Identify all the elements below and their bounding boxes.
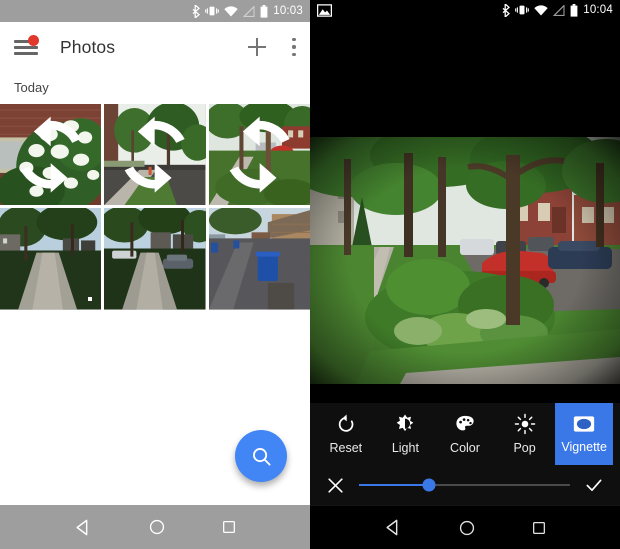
photo-thumbnail[interactable] [208, 208, 310, 310]
battery-icon [260, 4, 268, 18]
photo-thumbnail[interactable] [104, 104, 206, 206]
tool-label: Light [391, 441, 419, 455]
photo-thumbnail[interactable] [0, 208, 102, 310]
undo-icon [338, 414, 354, 432]
photo-image [0, 208, 102, 310]
sync-icon [20, 116, 81, 193]
photo-preview[interactable] [310, 137, 620, 384]
app-bar-actions [248, 38, 296, 56]
sunburst-icon [514, 413, 535, 435]
search-icon [252, 447, 271, 466]
slider-fill [359, 483, 429, 487]
photo-thumbnail[interactable] [0, 104, 102, 206]
back-icon[interactable] [384, 518, 403, 537]
status-bar-clock: 10:03 [273, 5, 303, 17]
brightness-icon [397, 414, 414, 432]
edit-tool-bar: Reset Light Color Pop Vignette [310, 403, 620, 465]
vibrate-icon [515, 5, 530, 15]
notification-badge [28, 35, 39, 46]
check-icon[interactable] [584, 475, 604, 495]
tool-label: Vignette [561, 440, 607, 454]
home-icon[interactable] [458, 519, 476, 537]
sync-icon [229, 116, 290, 193]
add-icon[interactable] [248, 38, 266, 56]
page-title: Photos [60, 36, 116, 57]
tool-color[interactable]: Color [436, 403, 494, 465]
photo-editor-canvas[interactable] [310, 20, 620, 403]
vignette-icon [574, 416, 595, 432]
tool-pop[interactable]: Pop [496, 403, 554, 465]
tool-label: Reset [329, 441, 363, 455]
search-fab[interactable] [235, 430, 287, 482]
sync-icon [125, 116, 185, 193]
hamburger-menu-icon[interactable] [14, 35, 39, 57]
photo-thumbnail[interactable] [208, 104, 310, 206]
tool-reset[interactable]: Reset [317, 403, 375, 465]
right-phone-screen: 10:04 Reset Light Color Pop Vignette [310, 0, 620, 549]
right-system-nav-bar [310, 505, 620, 549]
photo-grid [0, 104, 310, 310]
dot-marker [88, 296, 93, 301]
close-icon[interactable] [326, 476, 345, 495]
tool-vignette[interactable]: Vignette [555, 403, 614, 465]
battery-icon [570, 3, 578, 17]
photos-app-bar: Photos [0, 22, 310, 72]
palette-icon [456, 415, 474, 431]
left-system-nav-bar [0, 505, 310, 549]
status-bar-clock: 10:04 [583, 4, 613, 16]
photo-thumbnail[interactable] [104, 208, 206, 310]
home-icon[interactable] [148, 518, 166, 536]
overflow-menu-icon[interactable] [292, 38, 296, 56]
signal-off-icon [553, 4, 565, 16]
back-icon[interactable] [74, 518, 93, 537]
wifi-icon [224, 5, 238, 16]
tool-label: Color [450, 441, 480, 455]
vibrate-icon [205, 6, 220, 16]
photo-image [208, 208, 310, 310]
section-header-today: Today [14, 80, 49, 95]
signal-off-icon [243, 5, 255, 17]
right-status-bar: 10:04 [310, 0, 620, 20]
bluetooth-icon [502, 3, 511, 17]
left-phone-screen: 10:03 Photos Today [0, 0, 310, 549]
tool-light[interactable]: Light [376, 403, 434, 465]
dual-phone-screenshot: 10:03 Photos Today 10:04 Reset Light Col… [0, 0, 620, 549]
wifi-icon [534, 4, 548, 15]
preview-image [310, 137, 620, 384]
left-status-bar: 10:03 [0, 0, 310, 22]
photo-image [104, 208, 206, 310]
bluetooth-icon [192, 4, 201, 18]
tool-label: Pop [513, 441, 536, 455]
adjustment-slider-row [310, 465, 620, 505]
photo-icon [317, 3, 332, 17]
recents-icon[interactable] [531, 520, 547, 536]
slider-thumb[interactable] [422, 478, 436, 492]
recents-icon[interactable] [221, 519, 237, 535]
vignette-slider[interactable] [359, 478, 570, 492]
